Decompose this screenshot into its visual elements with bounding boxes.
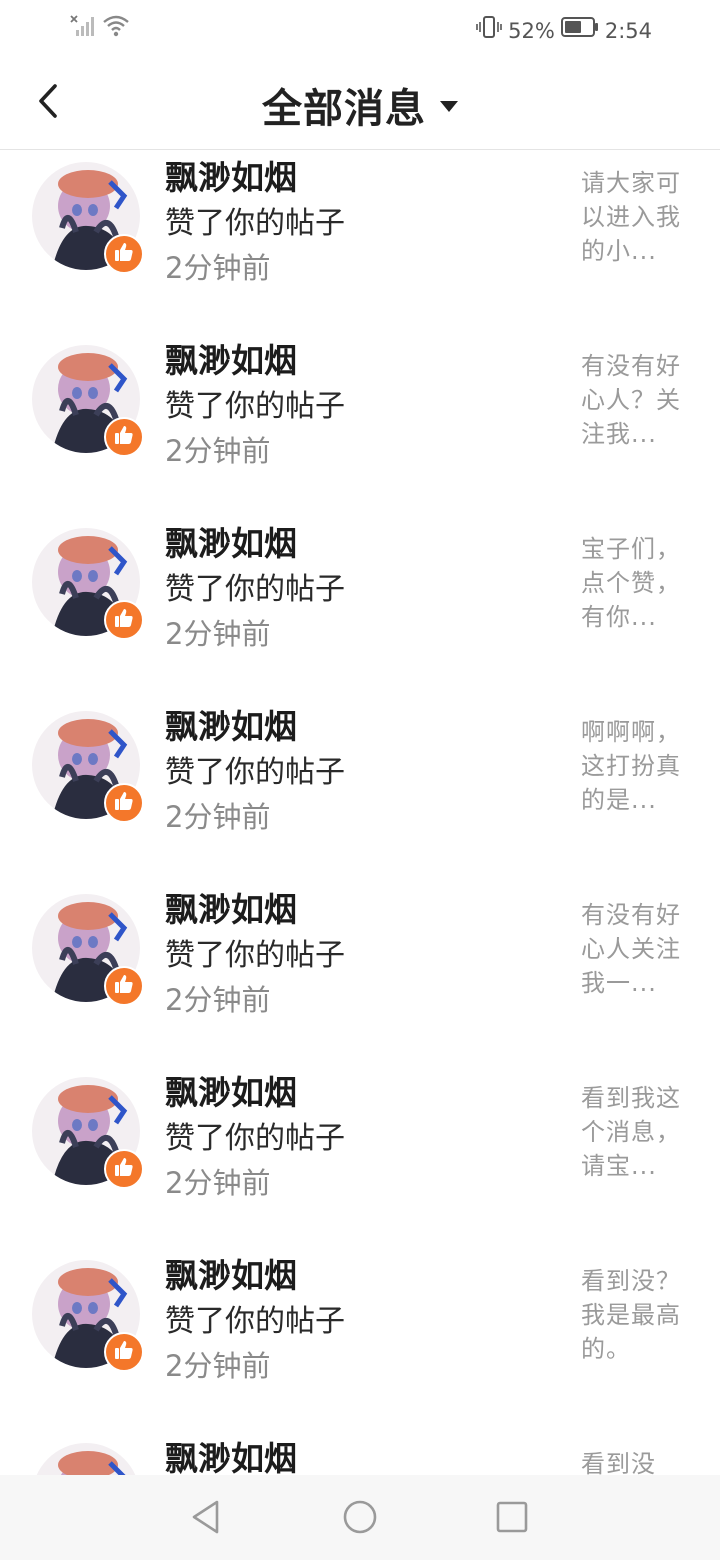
like-badge [104,1149,144,1189]
thumbs-up-icon [113,790,135,816]
thumbs-up-icon [113,973,135,999]
sender-name[interactable]: 飘渺如烟 [165,334,297,382]
status-bar: 52% 2:54 [0,0,720,56]
avatar[interactable] [32,1443,140,1475]
post-preview[interactable]: 看到我这个消息，请宝... [581,1081,689,1183]
sender-name[interactable]: 飘渺如烟 [165,517,297,565]
like-badge [104,417,144,457]
wifi-icon [102,14,130,42]
thumbs-up-icon [113,424,135,450]
page-title: 全部消息 [262,86,426,132]
system-nav-bar [0,1475,720,1560]
action-text: 赞了你的帖子 [165,206,345,241]
like-badge [104,1332,144,1372]
signal-off-icon [70,14,96,42]
post-preview[interactable]: 看到没？我是最高的。 [581,1264,689,1366]
sender-name[interactable]: 飘渺如烟 [165,151,297,199]
caret-down-icon [440,100,458,112]
post-preview[interactable]: 有没有好心人关注我一... [581,898,689,1000]
message-item[interactable]: 飘渺如烟 赞了你的帖子 2分钟前 有没有好心人？关注我... [0,333,720,516]
like-badge [104,966,144,1006]
action-text: 赞了你的帖子 [165,755,345,790]
timestamp: 2分钟前 [165,617,271,651]
post-preview[interactable]: 宝子们，点个赞，有你... [581,532,689,634]
sender-name[interactable]: 飘渺如烟 [165,1066,297,1114]
sender-name[interactable]: 飘渺如烟 [165,1432,297,1475]
timestamp: 2分钟前 [165,1349,271,1383]
battery-percent: 52% [508,18,555,43]
message-item[interactable]: 飘渺如烟 赞了你的帖子 2分钟前 宝子们，点个赞，有你... [0,516,720,699]
action-text: 赞了你的帖子 [165,1304,345,1339]
like-badge [104,234,144,274]
nav-recents-button[interactable] [492,1499,532,1539]
thumbs-up-icon [113,1156,135,1182]
header: 全部消息 [0,56,720,150]
thumbs-up-icon [113,1339,135,1365]
nav-home-button[interactable] [340,1499,380,1539]
thumbs-up-icon [113,607,135,633]
vibrate-icon [476,14,502,47]
action-text: 赞了你的帖子 [165,389,345,424]
post-preview[interactable]: 请大家可以进入我的小... [581,166,689,268]
thumbs-up-icon [113,241,135,267]
post-preview[interactable]: 啊啊啊，这打扮真的是... [581,715,689,817]
action-text: 赞了你的帖子 [165,938,345,973]
sender-name[interactable]: 飘渺如烟 [165,1249,297,1297]
message-list[interactable]: 飘渺如烟 赞了你的帖子 2分钟前 请大家可以进入我的小... 飘渺如烟 赞了你的… [0,150,720,1475]
timestamp: 2分钟前 [165,1166,271,1200]
battery-icon [560,16,599,45]
post-preview[interactable]: 有没有好心人？关注我... [581,349,689,451]
title-dropdown[interactable]: 全部消息 [0,76,720,134]
action-text: 赞了你的帖子 [165,572,345,607]
message-item[interactable]: 飘渺如烟 赞了你的帖子 2分钟前 看到我这个消息，请宝... [0,1065,720,1248]
back-triangle-icon [189,1499,223,1539]
action-text: 赞了你的帖子 [165,1121,345,1156]
post-preview[interactable]: 看到没 [581,1447,689,1475]
like-badge [104,783,144,823]
timestamp: 2分钟前 [165,983,271,1017]
timestamp: 2分钟前 [165,800,271,834]
like-badge [104,600,144,640]
home-circle-icon [342,1499,378,1539]
message-item[interactable]: 飘渺如烟 赞了你的帖子 2分钟前 请大家可以进入我的小... [0,150,720,333]
recents-square-icon [495,1500,529,1538]
message-item[interactable]: 飘渺如烟 赞了你的帖子 2分钟前 啊啊啊，这打扮真的是... [0,699,720,882]
timestamp: 2分钟前 [165,251,271,285]
message-item[interactable]: 飘渺如烟 看到没 [0,1431,720,1475]
sender-name[interactable]: 飘渺如烟 [165,700,297,748]
timestamp: 2分钟前 [165,434,271,468]
sender-name[interactable]: 飘渺如烟 [165,883,297,931]
nav-back-button[interactable] [186,1499,226,1539]
status-time: 2:54 [604,18,652,43]
message-item[interactable]: 飘渺如烟 赞了你的帖子 2分钟前 有没有好心人关注我一... [0,882,720,1065]
message-item[interactable]: 飘渺如烟 赞了你的帖子 2分钟前 看到没？我是最高的。 [0,1248,720,1431]
